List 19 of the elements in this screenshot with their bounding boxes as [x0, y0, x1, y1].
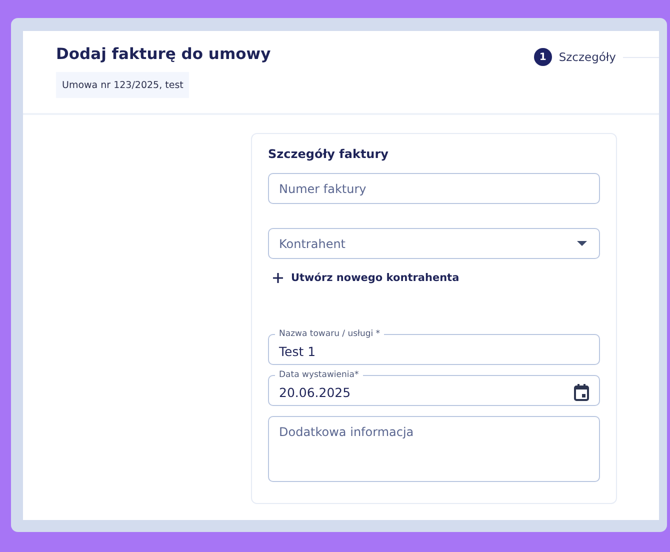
field-value: Test 1 — [279, 344, 316, 359]
step-number: 1 — [534, 48, 552, 66]
textarea-field[interactable]: Dodatkowa informacja — [268, 416, 600, 482]
caret-icon — [577, 241, 587, 246]
field-label: Data wystawienia* — [275, 369, 363, 381]
field-label: Nazwa towaru / usługi * — [275, 328, 384, 340]
field-value: 20.06.2025 — [279, 385, 351, 400]
step-label[interactable]: Szczegóły — [558, 50, 616, 64]
field-placeholder: Kontrahent — [279, 236, 346, 250]
input-field[interactable]: Nazwa towaru / usługi * Test 1 — [268, 328, 600, 365]
plus-icon — [273, 273, 283, 283]
calendar-icon[interactable] — [574, 384, 589, 401]
page-title: Dodaj fakturę do umowy — [56, 45, 271, 63]
contract-tag: Umowa nr 123/2025, test — [56, 72, 190, 98]
form-title: Szczegóły faktury — [268, 147, 390, 161]
date-field[interactable]: Data wystawienia* 20.06.2025 — [268, 369, 600, 406]
select-field[interactable]: Kontrahent — [268, 228, 600, 259]
create-contractor-button[interactable]: Utwórz nowego kontrahenta — [268, 268, 464, 288]
input-field[interactable]: Numer faktury — [268, 173, 600, 204]
